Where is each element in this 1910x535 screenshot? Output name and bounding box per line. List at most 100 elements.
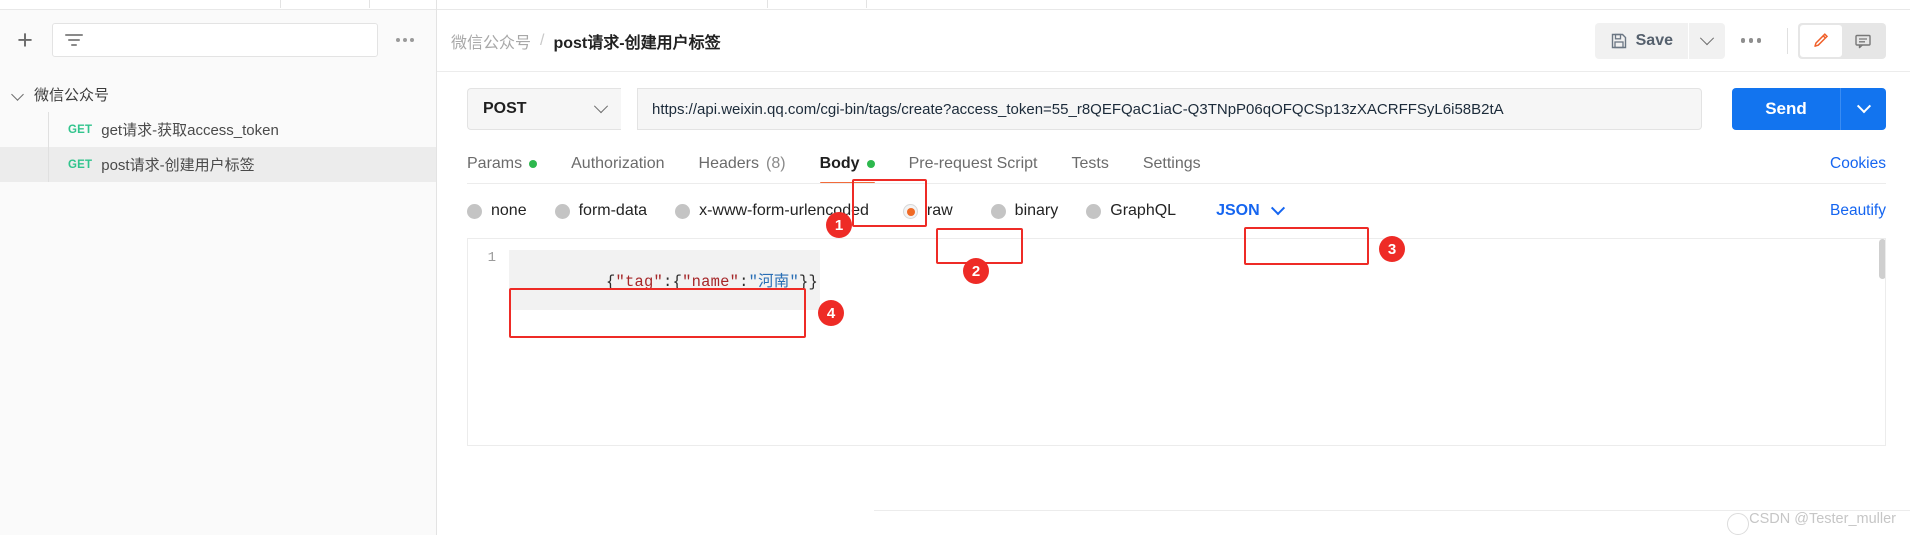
- floppy-disk-icon: [1611, 33, 1626, 48]
- collection-name: 微信公众号: [34, 86, 110, 104]
- beautify-link[interactable]: Beautify: [1830, 202, 1886, 220]
- editor-line-numbers: 1: [467, 239, 509, 445]
- main-panel: 微信公众号 / post请求-创建用户标签 Save POST https://…: [437, 0, 1910, 535]
- token-colon: :: [663, 273, 673, 291]
- radio-label: none: [491, 202, 527, 219]
- url-input[interactable]: https://api.weixin.qq.com/cgi-bin/tags/c…: [637, 88, 1702, 130]
- chevron-down-icon[interactable]: [10, 86, 26, 102]
- token-brace: {: [672, 273, 683, 291]
- tab-tests[interactable]: Tests: [1072, 155, 1109, 184]
- radio-icon: [990, 203, 1006, 219]
- postman-window: + 微信公众号 GET get请求-获取access_token GET pos…: [0, 0, 1910, 535]
- token-string: "河南": [748, 273, 800, 291]
- tab-settings[interactable]: Settings: [1143, 155, 1201, 184]
- header-actions: Save: [1594, 22, 1886, 59]
- tab-count: (8): [766, 155, 786, 172]
- annotation-number-4: 4: [818, 300, 844, 326]
- token-key: "tag": [615, 273, 664, 291]
- editor-code-line[interactable]: {"tag":{"name":"河南"}}: [509, 250, 821, 310]
- annotation-number-2: 2: [963, 258, 989, 284]
- tab-headers[interactable]: Headers (8): [699, 155, 786, 184]
- filter-icon: [65, 33, 83, 47]
- tab-label: Params: [467, 155, 523, 172]
- comment-icon: [1855, 34, 1871, 48]
- token-brace: }: [799, 273, 809, 291]
- tabs-divider: [467, 183, 1886, 184]
- url-bar: POST https://api.weixin.qq.com/cgi-bin/t…: [437, 72, 1910, 130]
- body-format-select[interactable]: JSON: [1210, 198, 1289, 224]
- chevron-down-icon: [1270, 201, 1285, 216]
- editor-code-area[interactable]: {"tag":{"name":"河南"}}: [509, 239, 1886, 445]
- radio-icon: [467, 203, 482, 219]
- send-dropdown-button[interactable]: [1840, 88, 1886, 130]
- divider: [1787, 27, 1788, 54]
- http-method-value: POST: [483, 100, 527, 117]
- send-button[interactable]: Send: [1732, 88, 1840, 130]
- breadcrumb-separator: /: [540, 31, 545, 49]
- collection-row[interactable]: 微信公众号: [0, 76, 436, 112]
- tab-authorization[interactable]: Authorization: [571, 155, 664, 184]
- tab-body[interactable]: Body: [819, 155, 875, 184]
- footer-circle-icon[interactable]: [1727, 513, 1749, 535]
- send-button-group: Send: [1732, 88, 1886, 130]
- request-method-badge: GET: [68, 123, 93, 136]
- view-toggle-group: [1798, 22, 1886, 59]
- sidebar-ellipsis-icon[interactable]: [388, 23, 422, 57]
- token-brace: {: [606, 273, 616, 291]
- tab-pre-request-script[interactable]: Pre-request Script: [909, 155, 1038, 184]
- body-type-row: none form-data x-www-form-urlencoded raw…: [437, 188, 1910, 234]
- tab-label: Body: [819, 155, 860, 172]
- body-type-graphql[interactable]: GraphQL: [1086, 202, 1176, 220]
- radio-label: GraphQL: [1110, 202, 1177, 219]
- request-list: GET get请求-获取access_token GET post请求-创建用户…: [0, 112, 436, 182]
- request-tabs: Params Authorization Headers (8) Body Pr…: [437, 144, 1910, 184]
- search-input[interactable]: [52, 23, 378, 57]
- breadcrumb-parent[interactable]: 微信公众号: [451, 29, 531, 53]
- tab-label: Settings: [1142, 155, 1201, 172]
- watermark: CSDN @Tester_muller: [1749, 511, 1896, 527]
- request-label: get请求-获取access_token: [101, 122, 279, 139]
- page-title: post请求-创建用户标签: [553, 34, 721, 52]
- editor-left-border: [467, 239, 468, 445]
- main-tab-strip: [437, 0, 1910, 10]
- sidebar-item-get-access-token[interactable]: GET get请求-获取access_token: [0, 112, 436, 147]
- header-ellipsis-icon[interactable]: [1731, 23, 1771, 59]
- chevron-down-icon: [1856, 99, 1871, 114]
- sidebar-item-post-create-tag[interactable]: GET post请求-创建用户标签: [0, 147, 436, 182]
- tab-params[interactable]: Params: [467, 155, 538, 184]
- send-label: Send: [1765, 99, 1807, 118]
- save-button[interactable]: Save: [1594, 22, 1688, 59]
- radio-label: raw: [926, 202, 953, 219]
- sidebar-toolbar: +: [0, 10, 436, 70]
- radio-label: binary: [1014, 202, 1059, 219]
- body-type-form-data[interactable]: form-data: [554, 202, 648, 220]
- annotation-number-1: 1: [826, 212, 852, 238]
- json-body-editor[interactable]: 1 {"tag":{"name":"河南"}}: [467, 238, 1886, 446]
- token-key: "name": [682, 273, 740, 291]
- body-type-none[interactable]: none: [467, 202, 527, 220]
- save-dropdown-button[interactable]: [1689, 22, 1725, 59]
- token-colon: :: [739, 273, 749, 291]
- status-dot-icon: [529, 160, 538, 168]
- tab-label: Headers: [698, 155, 759, 172]
- sidebar: + 微信公众号 GET get请求-获取access_token GET pos…: [0, 0, 437, 535]
- body-type-binary[interactable]: binary: [990, 202, 1059, 220]
- radio-icon: [675, 203, 691, 219]
- plus-icon[interactable]: +: [8, 23, 42, 57]
- pencil-icon: [1814, 32, 1829, 47]
- tab-label: Authorization: [571, 155, 665, 172]
- sidebar-tab-strip: [0, 0, 436, 10]
- request-label: post请求-创建用户标签: [101, 157, 255, 174]
- edit-mode-button[interactable]: [1800, 24, 1842, 57]
- tab-stub[interactable]: [280, 0, 370, 8]
- tab-stub[interactable]: [767, 0, 867, 8]
- comment-button[interactable]: [1842, 25, 1884, 57]
- http-method-select[interactable]: POST: [467, 88, 621, 130]
- cookies-link[interactable]: Cookies: [1830, 155, 1886, 184]
- tab-label: Tests: [1071, 155, 1109, 172]
- chevron-down-icon: [1699, 30, 1715, 45]
- body-type-raw[interactable]: raw: [902, 202, 953, 220]
- request-method-badge: GET: [68, 158, 93, 171]
- radio-label: form-data: [578, 202, 648, 219]
- status-dot-icon: [866, 160, 875, 168]
